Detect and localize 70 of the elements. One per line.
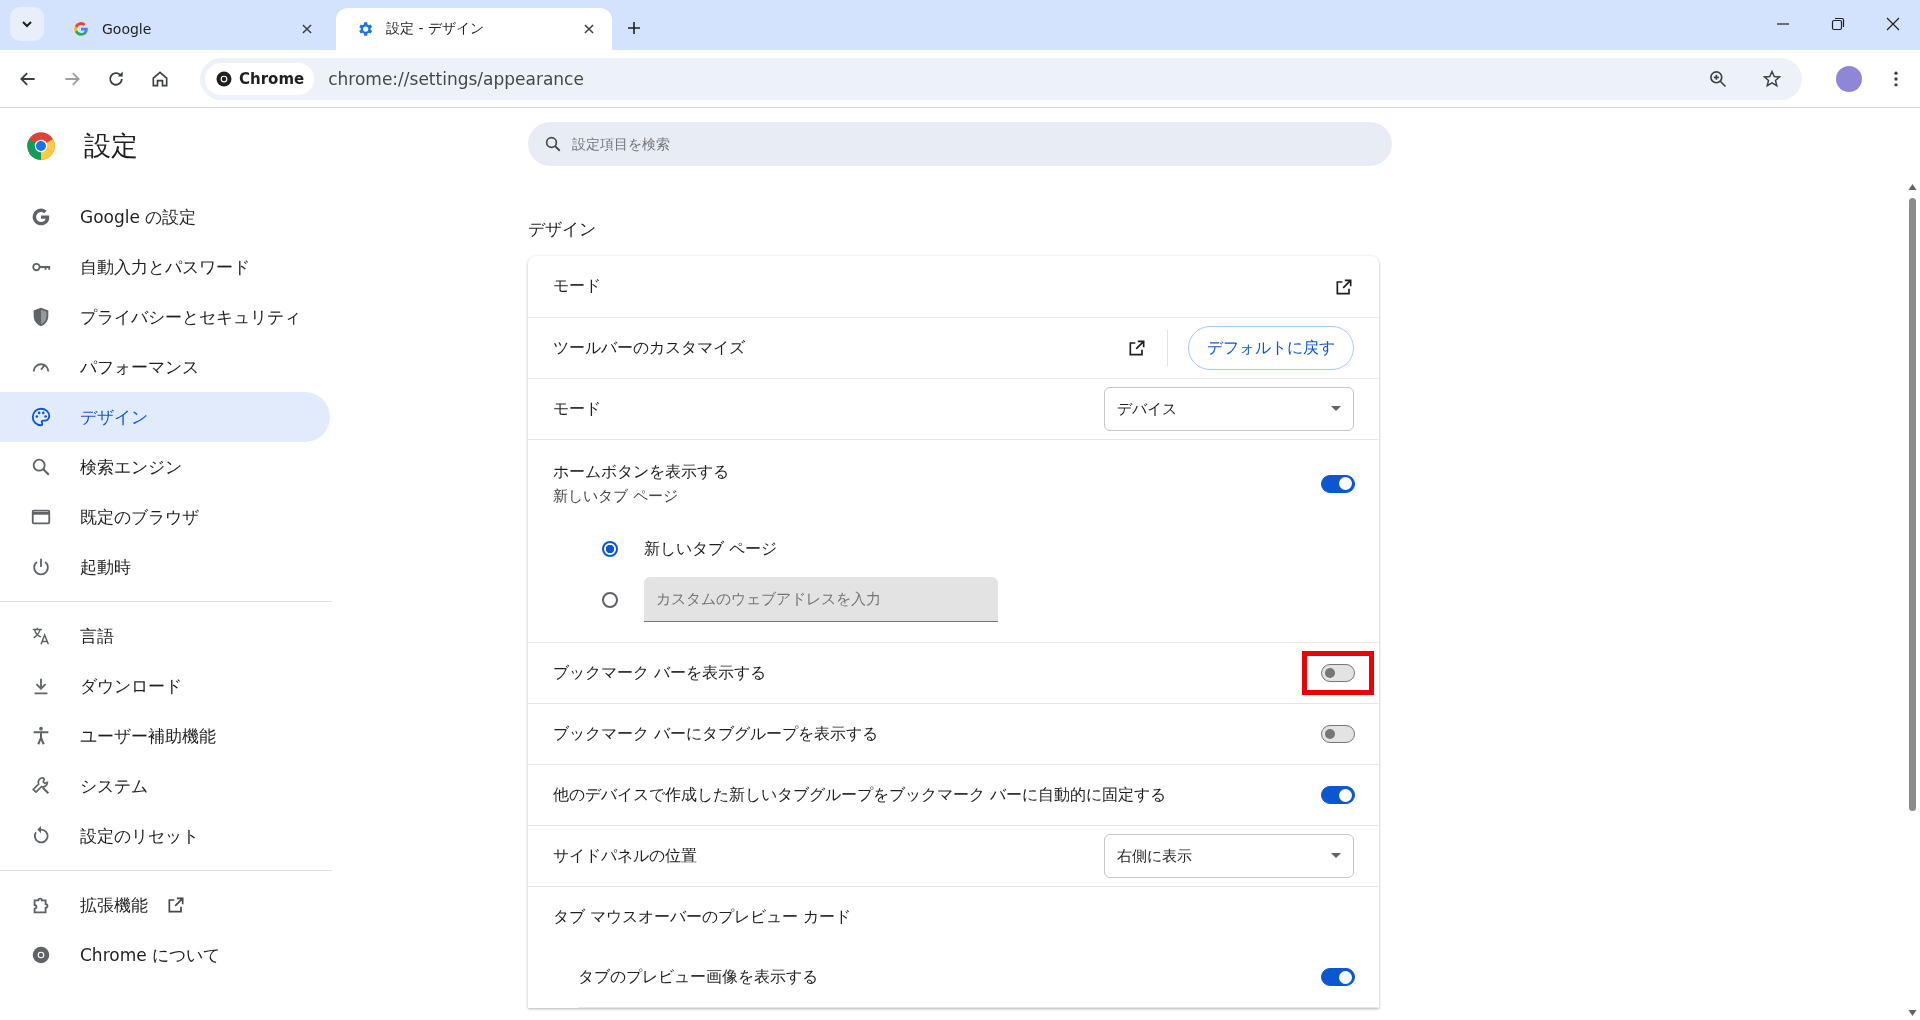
sidebar-item[interactable]: システム <box>0 761 330 811</box>
dropdown[interactable]: 右側に表示 <box>1104 834 1354 878</box>
plus-icon[interactable] <box>626 20 642 36</box>
toggle-switch[interactable] <box>1321 968 1355 986</box>
dropdown-caret-icon <box>1331 853 1341 859</box>
sidebar-item[interactable]: 言語 <box>0 611 330 661</box>
sidebar-item[interactable]: Chrome について <box>0 930 330 980</box>
google-g-icon <box>72 20 90 38</box>
search-field[interactable]: 設定項目を検索 <box>528 122 1392 166</box>
wrench-icon <box>30 775 52 797</box>
page-title: 設定 <box>84 129 138 163</box>
setting-label: モード <box>553 276 602 297</box>
restore-icon[interactable] <box>1831 17 1845 31</box>
section-title: デザイン <box>528 218 597 241</box>
setting-label: ブックマーク バーを表示する <box>553 662 768 684</box>
star-icon[interactable] <box>1762 68 1782 89</box>
address-bar[interactable]: Chrome chrome://settings/appearance <box>200 57 1802 100</box>
dropdown-caret-icon <box>1331 406 1341 412</box>
radio-label: 新しいタブ ページ <box>644 538 779 560</box>
toggle-switch[interactable] <box>1321 474 1355 493</box>
browser-tab[interactable]: 設定 - デザイン <box>336 8 612 50</box>
search-icon <box>544 135 562 153</box>
sidebar-item[interactable]: ダウンロード <box>0 661 330 711</box>
sidebar-item[interactable]: 起動時 <box>0 542 330 592</box>
setting-description: 新しいタブ ページ <box>553 486 679 506</box>
toggle-switch[interactable] <box>1321 725 1355 743</box>
google-g-icon <box>30 206 52 228</box>
tab-title: 設定 - デザイン <box>386 20 485 38</box>
sidebar-item[interactable]: デザイン <box>0 392 330 442</box>
tab-search-button[interactable] <box>10 7 44 41</box>
setting-label: モード <box>553 398 602 420</box>
setting-label: サイドパネルの位置 <box>553 845 698 867</box>
site-chip[interactable]: Chrome <box>205 62 315 95</box>
setting-label: タブのプレビュー画像を表示する <box>578 966 819 988</box>
radio-button[interactable] <box>602 541 618 557</box>
toggle-switch[interactable] <box>1321 786 1355 804</box>
sidebar-item[interactable]: プライバシーとセキュリティ <box>0 292 330 342</box>
tab-title: Google <box>102 21 153 37</box>
setting-group-label: タブ マウスオーバーのプレビュー カード <box>553 906 853 928</box>
sidebar-item[interactable]: 設定のリセット <box>0 811 330 861</box>
toggle-switch[interactable] <box>1321 664 1355 682</box>
sidebar-item[interactable]: パフォーマンス <box>0 342 330 392</box>
close-icon[interactable] <box>300 22 314 36</box>
url-input-field[interactable]: カスタムのウェブアドレスを入力 <box>644 577 998 622</box>
profile-avatar[interactable] <box>1836 65 1862 92</box>
sidebar-item[interactable]: 自動入力とパスワード <box>0 242 330 292</box>
setting-label: ツールバーのカスタマイズ <box>553 337 746 359</box>
chip-label: Chrome <box>239 69 305 88</box>
palette-icon <box>30 406 52 428</box>
setting-label: ブックマーク バーにタブグループを表示する <box>553 723 880 745</box>
dropdown[interactable]: デバイス <box>1104 387 1354 431</box>
power-icon <box>30 556 52 578</box>
zoom-in-icon[interactable] <box>1708 68 1728 89</box>
sidebar-item[interactable]: 検索エンジン <box>0 442 330 492</box>
setting-label: 他のデバイスで作成した新しいタブグループをブックマーク バーに自動的に固定する <box>553 784 1168 806</box>
sidebar-item[interactable]: ユーザー補助機能 <box>0 711 330 761</box>
sidebar-item[interactable]: 拡張機能 <box>0 880 330 930</box>
sidebar-item[interactable]: Google の設定 <box>0 192 330 242</box>
translate-icon <box>30 625 52 647</box>
browser-tab[interactable]: Google <box>54 8 330 50</box>
reset-default-button[interactable]: デフォルトに戻す <box>1188 326 1354 370</box>
sidebar-item[interactable]: 既定のブラウザ <box>0 492 330 542</box>
radio-button[interactable] <box>602 591 618 608</box>
close-icon[interactable] <box>1886 17 1900 31</box>
external-link-icon[interactable] <box>1127 338 1147 358</box>
search-icon <box>30 456 52 478</box>
url-text: chrome://settings/appearance <box>328 68 585 89</box>
chrome-logo-icon <box>26 131 56 161</box>
setting-label: ホームボタンを表示する <box>553 461 730 483</box>
close-icon[interactable] <box>582 22 596 36</box>
